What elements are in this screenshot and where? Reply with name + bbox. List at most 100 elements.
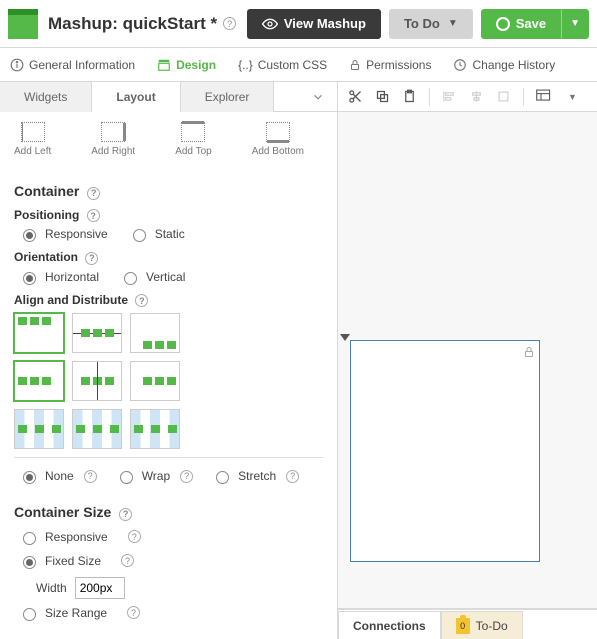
tab-change-history[interactable]: Change History bbox=[453, 58, 555, 72]
help-icon[interactable]: ? bbox=[127, 606, 140, 619]
align-top-center[interactable] bbox=[72, 313, 122, 353]
lock-icon bbox=[523, 345, 535, 359]
container-expand-icon[interactable] bbox=[340, 334, 350, 341]
help-icon[interactable]: ? bbox=[135, 294, 148, 307]
tab-permissions[interactable]: Permissions bbox=[349, 58, 431, 72]
help-icon[interactable]: ? bbox=[87, 209, 100, 222]
todo-dropdown-button[interactable]: To Do ▼ bbox=[389, 9, 473, 39]
add-left-control[interactable]: Add Left bbox=[14, 122, 51, 157]
orientation-vertical-label: Vertical bbox=[146, 270, 185, 284]
help-icon[interactable]: ? bbox=[119, 508, 132, 521]
positioning-label: Positioning bbox=[14, 208, 79, 222]
add-bottom-control[interactable]: Add Bottom bbox=[252, 122, 304, 157]
size-responsive-radio[interactable] bbox=[23, 532, 36, 545]
size-fixed-label: Fixed Size bbox=[45, 554, 101, 568]
add-left-icon bbox=[21, 122, 45, 142]
size-fixed-radio[interactable] bbox=[23, 556, 36, 569]
align-middle-center[interactable] bbox=[72, 361, 122, 401]
tab-design-label: Design bbox=[176, 58, 216, 72]
add-bottom-label: Add Bottom bbox=[252, 146, 304, 157]
chevron-down-icon[interactable]: ▼ bbox=[568, 92, 577, 102]
bottom-tab-todo[interactable]: 0 To-Do bbox=[441, 611, 523, 639]
tab-design[interactable]: Design bbox=[157, 58, 216, 72]
help-icon[interactable]: ? bbox=[180, 470, 193, 483]
info-icon bbox=[10, 58, 24, 72]
size-responsive-label: Responsive bbox=[45, 530, 108, 544]
collapse-panel-icon[interactable] bbox=[299, 90, 337, 104]
help-icon[interactable]: ? bbox=[85, 252, 98, 265]
add-top-control[interactable]: Add Top bbox=[175, 122, 212, 157]
canvas-panel: ▼ Connections 0 To-Do bbox=[338, 82, 597, 639]
distribute-2[interactable] bbox=[72, 409, 122, 449]
container-heading: Container bbox=[14, 183, 79, 199]
positioning-responsive-radio[interactable] bbox=[23, 229, 36, 242]
wrap-none-radio[interactable] bbox=[23, 471, 36, 484]
wrap-none-label: None bbox=[45, 469, 74, 483]
caret-down-icon: ▼ bbox=[448, 18, 458, 29]
align-middle-right[interactable] bbox=[130, 361, 180, 401]
entity-tabs: General Information Design {..} Custom C… bbox=[0, 48, 597, 82]
tab-history-label: Change History bbox=[472, 58, 555, 72]
wrap-stretch-radio[interactable] bbox=[216, 471, 229, 484]
mashup-canvas[interactable] bbox=[338, 112, 597, 609]
braces-icon: {..} bbox=[238, 58, 253, 72]
page-title: Mashup: quickStart * bbox=[48, 14, 217, 34]
add-right-icon bbox=[101, 122, 125, 142]
help-icon[interactable]: ? bbox=[128, 530, 141, 543]
distribute-3[interactable] bbox=[130, 409, 180, 449]
tab-custom-css[interactable]: {..} Custom CSS bbox=[238, 58, 327, 72]
add-right-control[interactable]: Add Right bbox=[91, 122, 135, 157]
tab-css-label: Custom CSS bbox=[258, 58, 327, 72]
distribute-1[interactable] bbox=[14, 409, 64, 449]
add-left-label: Add Left bbox=[14, 146, 51, 157]
save-label: Save bbox=[516, 16, 546, 31]
orientation-horizontal-radio[interactable] bbox=[23, 272, 36, 285]
view-mashup-label: View Mashup bbox=[284, 16, 366, 31]
help-icon[interactable]: ? bbox=[286, 470, 299, 483]
bottom-tab-todo-label: To-Do bbox=[476, 619, 508, 633]
tab-general-label: General Information bbox=[29, 58, 135, 72]
container-size-heading: Container Size bbox=[14, 504, 111, 520]
align-label: Align and Distribute bbox=[14, 293, 128, 307]
copy-icon[interactable] bbox=[375, 89, 390, 104]
paste-icon[interactable] bbox=[402, 89, 417, 104]
side-tab-explorer[interactable]: Explorer bbox=[181, 82, 275, 112]
caret-down-icon: ▼ bbox=[570, 18, 580, 29]
wrap-stretch-label: Stretch bbox=[238, 469, 276, 483]
container-drop-zone[interactable] bbox=[350, 340, 540, 562]
todo-label: To Do bbox=[404, 16, 440, 31]
cut-icon[interactable] bbox=[348, 89, 363, 104]
align-top-left[interactable] bbox=[14, 313, 64, 353]
todo-badge: 0 bbox=[456, 618, 470, 634]
positioning-static-radio[interactable] bbox=[133, 229, 146, 242]
add-right-label: Add Right bbox=[91, 146, 135, 157]
title-help-icon[interactable]: ? bbox=[223, 17, 236, 30]
tab-general-information[interactable]: General Information bbox=[10, 58, 135, 72]
orientation-label: Orientation bbox=[14, 250, 78, 264]
design-icon bbox=[157, 58, 171, 72]
align-center-icon bbox=[469, 89, 484, 104]
help-icon[interactable]: ? bbox=[84, 470, 97, 483]
orientation-vertical-radio[interactable] bbox=[124, 272, 137, 285]
size-range-label: Size Range bbox=[45, 606, 107, 620]
wrap-wrap-radio[interactable] bbox=[120, 471, 133, 484]
align-right-icon bbox=[496, 89, 511, 104]
save-dropdown-button[interactable]: ▼ bbox=[561, 9, 589, 39]
positioning-responsive-label: Responsive bbox=[45, 227, 108, 241]
size-range-radio[interactable] bbox=[23, 608, 36, 621]
add-top-label: Add Top bbox=[175, 146, 212, 157]
side-tab-layout[interactable]: Layout bbox=[92, 82, 180, 112]
help-icon[interactable]: ? bbox=[87, 187, 100, 200]
save-button[interactable]: Save bbox=[481, 9, 561, 39]
align-bottom-right[interactable] bbox=[130, 313, 180, 353]
bottom-tab-connections[interactable]: Connections bbox=[338, 611, 441, 639]
wrap-wrap-label: Wrap bbox=[142, 469, 170, 483]
width-label: Width bbox=[36, 581, 67, 595]
align-middle-left[interactable] bbox=[14, 361, 64, 401]
help-icon[interactable]: ? bbox=[121, 554, 134, 567]
view-mashup-button[interactable]: View Mashup bbox=[247, 9, 381, 39]
width-input[interactable] bbox=[75, 577, 125, 599]
layout-mode-icon[interactable] bbox=[536, 89, 556, 104]
side-tab-widgets[interactable]: Widgets bbox=[0, 82, 92, 112]
add-top-icon bbox=[181, 122, 205, 142]
